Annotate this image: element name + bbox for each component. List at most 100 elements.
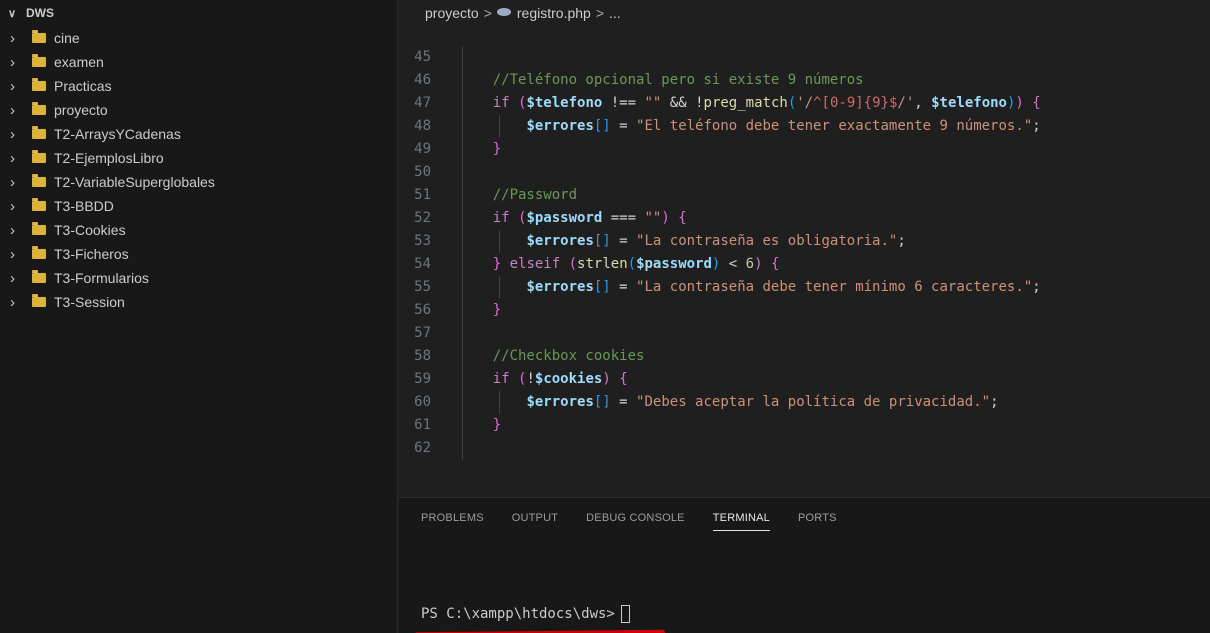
panel-tabs: PROBLEMS OUTPUT DEBUG CONSOLE TERMINAL P…	[399, 498, 1210, 538]
code-text: //Password	[459, 184, 1210, 207]
code-line: 51 //Password	[399, 184, 1210, 207]
code-line: 52 if ($password === "") {	[399, 207, 1210, 230]
chevron-right-icon: ›	[10, 125, 15, 143]
code-line: 59 if (!$cookies) {	[399, 368, 1210, 391]
code-line: 56 }	[399, 299, 1210, 322]
chevron-right-icon: ›	[10, 197, 15, 215]
line-number: 50	[414, 164, 431, 180]
folder-icon	[32, 30, 46, 43]
tab-ports[interactable]: PORTS	[798, 512, 837, 524]
folder-label: T3-BBDD	[54, 198, 114, 214]
code-area[interactable]: 45 46 //Teléfono opcional pero si existe…	[399, 46, 1210, 460]
tab-debug-console[interactable]: DEBUG CONSOLE	[586, 512, 685, 524]
code-editor[interactable]: proyecto > registro.php > ... 45 46 //Te…	[399, 0, 1210, 497]
folder-item-t3-ficheros[interactable]: › T3-Ficheros	[0, 242, 397, 266]
code-comment: //Password	[492, 187, 578, 203]
folder-label: T2-VariableSuperglobales	[54, 174, 215, 190]
chevron-right-icon: ›	[10, 221, 15, 239]
code-line: 62	[399, 437, 1210, 460]
breadcrumb: proyecto > registro.php > ...	[399, 0, 1210, 26]
folder-icon	[32, 102, 46, 115]
line-number: 57	[414, 325, 431, 341]
terminal-cursor	[620, 605, 630, 623]
line-number: 62	[414, 440, 431, 456]
folder-item-t2-ejemploslibro[interactable]: › T2-EjemplosLibro	[0, 146, 397, 170]
tab-terminal[interactable]: TERMINAL	[712, 512, 771, 531]
folder-icon	[32, 150, 46, 163]
folder-item-practicas[interactable]: › Practicas	[0, 74, 397, 98]
code-line: 60 $errores[] = "Debes aceptar la políti…	[399, 391, 1210, 414]
line-number: 45	[414, 49, 431, 65]
code-line: 45	[399, 46, 1210, 69]
chevron-right-icon: ›	[10, 173, 15, 191]
folder-item-t3-cookies[interactable]: › T3-Cookies	[0, 218, 397, 242]
line-number: 49	[414, 141, 431, 157]
folder-label: T3-Formularios	[54, 270, 149, 286]
folder-item-cine[interactable]: › cine	[0, 26, 397, 50]
folder-tree: › cine › examen › Practicas › proyecto › T2-A…	[0, 26, 397, 314]
code-comment: //Checkbox cookies	[492, 348, 645, 364]
code-text: //Teléfono opcional pero si existe 9 núm…	[459, 69, 1210, 92]
line-number: 61	[414, 417, 431, 433]
breadcrumb-folder[interactable]: proyecto	[425, 5, 479, 21]
folder-label: T3-Session	[54, 294, 125, 310]
folder-item-t2-arraysycadenas[interactable]: › T2-ArraysYCadenas	[0, 122, 397, 146]
folder-item-proyecto[interactable]: › proyecto	[0, 98, 397, 122]
breadcrumb-tail[interactable]: ...	[609, 5, 621, 21]
folder-item-t2-variablesuperglobales[interactable]: › T2-VariableSuperglobales	[0, 170, 397, 194]
chevron-right-icon: ›	[10, 269, 15, 287]
folder-icon	[32, 198, 46, 211]
code-text: $errores[] = "La contraseña es obligator…	[459, 230, 1210, 253]
code-text: if ($password === "") {	[459, 207, 1210, 230]
code-text	[459, 161, 1210, 184]
line-number: 56	[414, 302, 431, 318]
line-number: 55	[414, 279, 431, 295]
code-text: $errores[] = "El teléfono debe tener exa…	[459, 115, 1210, 138]
line-number: 54	[414, 256, 431, 272]
folder-icon	[32, 270, 46, 283]
code-text: }	[459, 299, 1210, 322]
code-line: 47 if ($telefono !== "" && !preg_match('…	[399, 92, 1210, 115]
root-folder-label: DWS	[26, 6, 54, 20]
chevron-right-icon: ›	[10, 149, 15, 167]
chevron-right-icon: ›	[10, 245, 15, 263]
code-text: $errores[] = "Debes aceptar la política …	[459, 391, 1210, 414]
folder-label: T2-EjemplosLibro	[54, 150, 164, 166]
folder-label: T3-Ficheros	[54, 246, 129, 262]
tab-output[interactable]: OUTPUT	[512, 512, 558, 524]
terminal-prompt-line[interactable]: PS C:\xampp\htdocs\dws>	[421, 605, 630, 623]
chevron-down-icon: ∨	[8, 7, 17, 20]
code-text: if ($telefono !== "" && !preg_match('/^[…	[459, 92, 1210, 115]
folder-item-t3-formularios[interactable]: › T3-Formularios	[0, 266, 397, 290]
folder-label: examen	[54, 54, 104, 70]
code-text: } elseif (strlen($password) < 6) {	[459, 253, 1210, 276]
code-line: 46 //Teléfono opcional pero si existe 9 …	[399, 69, 1210, 92]
code-line: 58 //Checkbox cookies	[399, 345, 1210, 368]
folder-label: T2-ArraysYCadenas	[54, 126, 181, 142]
folder-label: Practicas	[54, 78, 112, 94]
chevron-right-icon: ›	[10, 77, 15, 95]
code-text	[459, 322, 1210, 345]
code-line: 55 $errores[] = "La contraseña debe tene…	[399, 276, 1210, 299]
bottom-panel: PROBLEMS OUTPUT DEBUG CONSOLE TERMINAL P…	[399, 497, 1210, 633]
code-text: //Checkbox cookies	[459, 345, 1210, 368]
folder-icon	[32, 222, 46, 235]
chevron-right-icon: ›	[10, 53, 15, 71]
tab-problems[interactable]: PROBLEMS	[421, 512, 484, 524]
code-text: if (!$cookies) {	[459, 368, 1210, 391]
line-number: 59	[414, 371, 431, 387]
breadcrumb-separator: >	[595, 5, 605, 21]
code-text: }	[459, 138, 1210, 161]
code-line: 57	[399, 322, 1210, 345]
folder-item-t3-bbdd[interactable]: › T3-BBDD	[0, 194, 397, 218]
line-number: 60	[414, 394, 431, 410]
explorer-root-folder[interactable]: ∨ DWS	[0, 0, 397, 26]
folder-item-examen[interactable]: › examen	[0, 50, 397, 74]
php-file-icon	[496, 8, 511, 16]
chevron-right-icon: ›	[10, 29, 15, 47]
terminal-prompt: PS C:\xampp\htdocs\dws>	[421, 606, 615, 622]
line-number: 48	[414, 118, 431, 134]
folder-item-t3-session[interactable]: › T3-Session	[0, 290, 397, 314]
breadcrumb-file[interactable]: registro.php	[517, 5, 591, 21]
code-text: }	[459, 414, 1210, 437]
